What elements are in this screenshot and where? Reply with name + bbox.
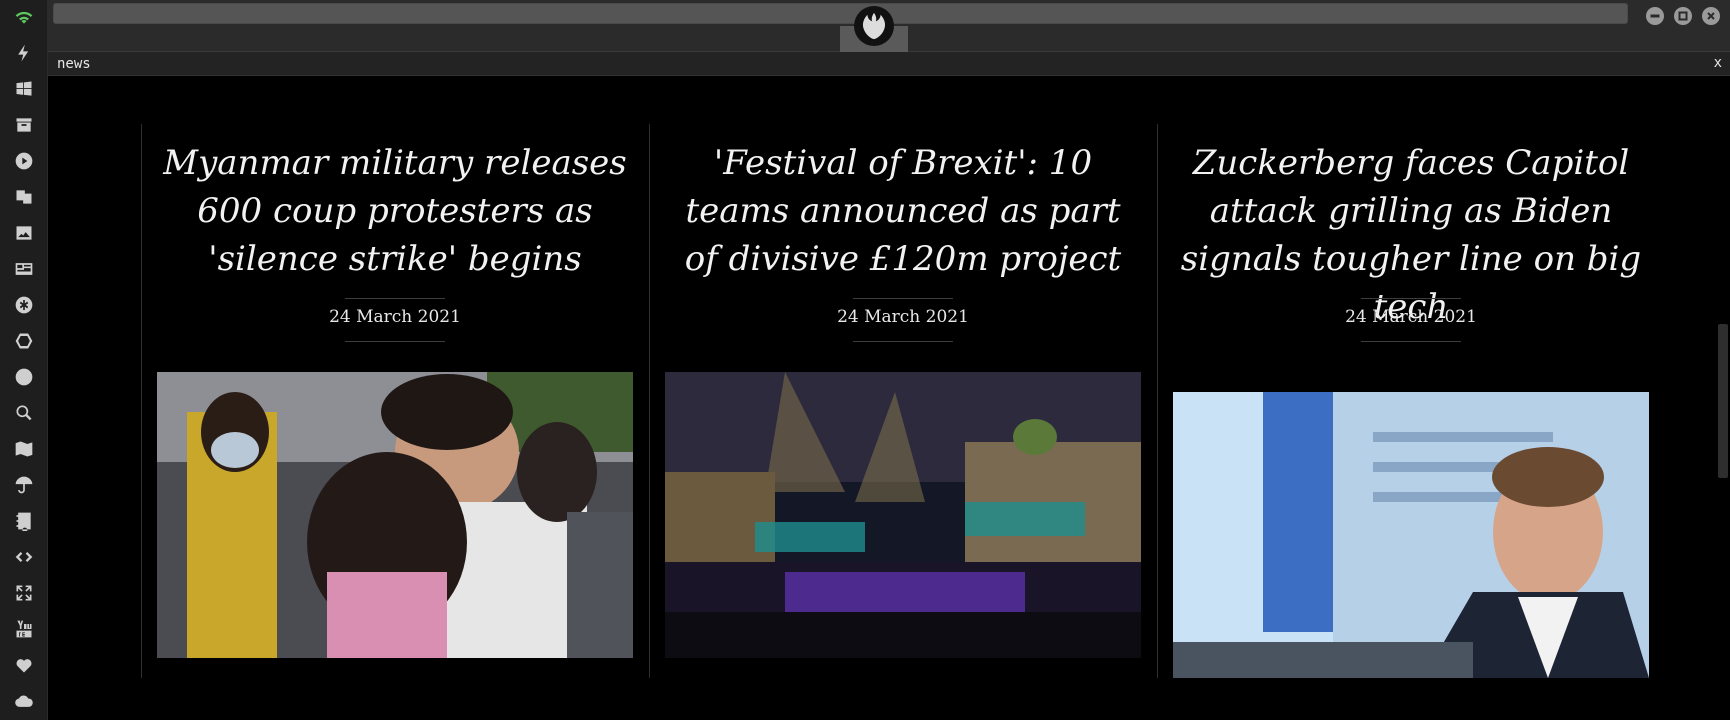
search-icon[interactable] <box>12 401 36 425</box>
window-titlebar <box>48 0 1730 52</box>
close-icon[interactable] <box>1702 7 1720 25</box>
newspaper-icon[interactable] <box>12 257 36 281</box>
minimize-icon[interactable] <box>1646 7 1664 25</box>
contacts-icon[interactable] <box>12 509 36 533</box>
hexagon-icon[interactable] <box>12 329 36 353</box>
maximize-icon[interactable] <box>1674 7 1692 25</box>
youtube-icon[interactable] <box>12 617 36 641</box>
code-icon[interactable] <box>12 545 36 569</box>
article-date: 24 March 2021 <box>329 307 461 327</box>
divider <box>345 341 445 342</box>
festival-crowd-photo[interactable] <box>665 372 1141 658</box>
protesters-embracing-photo[interactable] <box>157 372 633 658</box>
rebel-alliance-icon <box>854 6 894 46</box>
article-headline[interactable]: Myanmar military releases 600 coup prote… <box>142 139 648 283</box>
lightning-icon[interactable] <box>12 41 36 65</box>
address-bar[interactable] <box>53 3 1628 24</box>
translate-icon[interactable] <box>12 185 36 209</box>
article-date: 24 March 2021 <box>1345 307 1477 327</box>
divider <box>1361 298 1461 299</box>
wifi-icon[interactable] <box>12 5 36 29</box>
article-card[interactable]: Zuckerberg faces Capitol attack grilling… <box>1157 124 1663 678</box>
heart-icon[interactable] <box>12 653 36 677</box>
windows-icon[interactable] <box>12 77 36 101</box>
cloud-icon[interactable] <box>12 689 36 713</box>
panel-close-button[interactable]: x <box>1714 55 1722 71</box>
news-feed: Myanmar military releases 600 coup prote… <box>48 76 1716 720</box>
divider <box>345 298 445 299</box>
article-date: 24 March 2021 <box>837 307 969 327</box>
expand-icon[interactable] <box>12 581 36 605</box>
play-icon[interactable] <box>12 149 36 173</box>
zuckerberg-hearing-photo[interactable] <box>1173 392 1649 678</box>
divider <box>853 341 953 342</box>
scrollbar-thumb[interactable] <box>1718 324 1728 478</box>
panel-header: news x <box>48 52 1730 76</box>
scrollbar[interactable] <box>1716 76 1730 720</box>
image-icon[interactable] <box>12 221 36 245</box>
divider <box>1361 341 1461 342</box>
article-headline[interactable]: Zuckerberg faces Capitol attack grilling… <box>1158 139 1664 331</box>
asterisk-icon[interactable] <box>12 293 36 317</box>
left-sidebar <box>0 0 48 720</box>
map-icon[interactable] <box>12 437 36 461</box>
divider <box>853 298 953 299</box>
archive-icon[interactable] <box>12 113 36 137</box>
article-headline[interactable]: 'Festival of Brexit': 10 teams announced… <box>650 139 1156 283</box>
globe-icon[interactable] <box>12 365 36 389</box>
article-card[interactable]: 'Festival of Brexit': 10 teams announced… <box>649 124 1155 678</box>
article-card[interactable]: Myanmar military releases 600 coup prote… <box>141 124 647 678</box>
umbrella-icon[interactable] <box>12 473 36 497</box>
panel-title: news <box>57 56 91 72</box>
